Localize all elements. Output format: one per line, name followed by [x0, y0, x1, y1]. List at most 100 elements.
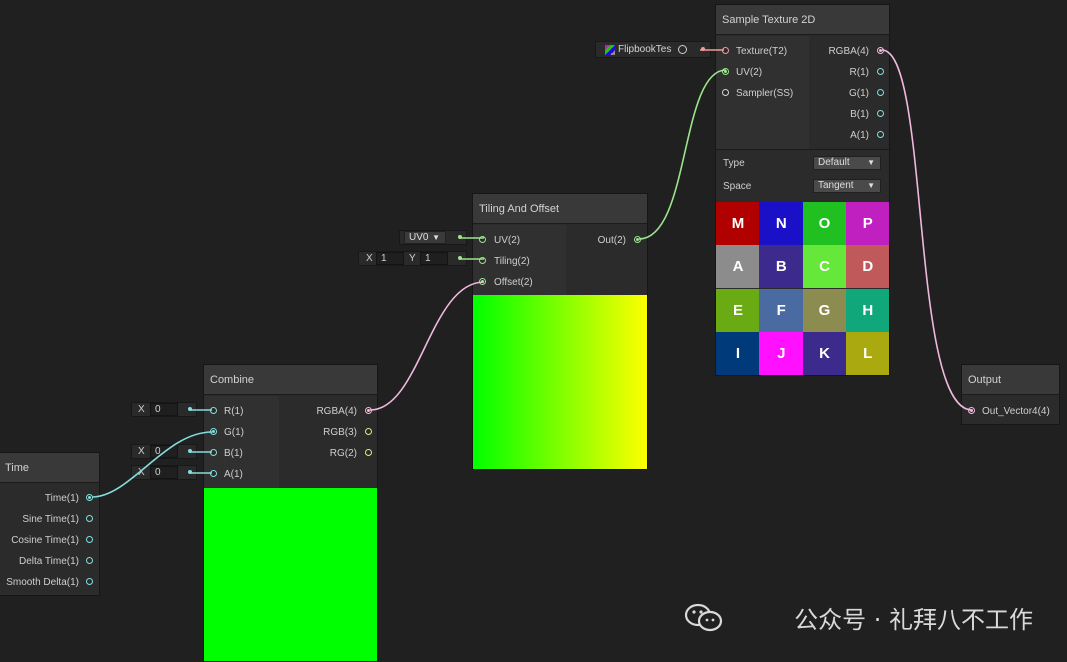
object-picker-icon[interactable]: [678, 45, 687, 54]
flipbook-tile-p: P: [845, 202, 889, 245]
port-label: RG(2): [329, 448, 357, 459]
combine-b-value[interactable]: 0: [150, 445, 178, 458]
tiling-x-value[interactable]: 1: [376, 252, 404, 265]
output-node[interactable]: Output Out_Vector4(4): [961, 364, 1060, 425]
sample-texture-input-port[interactable]: [722, 47, 729, 54]
node-title: Time: [0, 453, 99, 483]
chevron-down-icon: ▼: [432, 233, 440, 242]
field-connector-dot: [458, 235, 462, 239]
sample-b-output-port[interactable]: [877, 110, 884, 117]
node-title: Sample Texture 2D: [716, 5, 889, 35]
flipbook-tile-b: B: [759, 245, 804, 289]
watermark-text: 公众号 · 礼拜八不工作: [794, 606, 1033, 634]
combine-a-field[interactable]: X 0: [131, 465, 197, 480]
wire-tiling-out-to-sample-uv: [638, 69, 727, 240]
combine-a-input-port[interactable]: [210, 470, 217, 477]
combine-rgb-output-port[interactable]: [365, 428, 372, 435]
sample-rgba-output-port[interactable]: [877, 47, 884, 54]
flipbook-tile-d: D: [845, 245, 889, 289]
combine-rg-output-port[interactable]: [365, 449, 372, 456]
output-vector4-input-port[interactable]: [968, 407, 975, 414]
delta-time-output-port[interactable]: [86, 557, 93, 564]
port-label: Smooth Delta(1): [6, 577, 79, 588]
type-value: Default: [818, 157, 850, 168]
uv-channel-field[interactable]: UV0 ▼: [399, 230, 467, 245]
tiling-preview: [473, 295, 647, 469]
port-label: RGBA(4): [828, 46, 869, 57]
space-dropdown[interactable]: Tangent ▼: [813, 179, 881, 193]
tiling-out-output-port[interactable]: [634, 236, 641, 243]
port-label: A(1): [224, 469, 243, 480]
sample-g-output-port[interactable]: [877, 89, 884, 96]
flipbook-tile-c: C: [802, 245, 847, 289]
port-label: UV(2): [494, 235, 521, 246]
port-label: A(1): [850, 130, 869, 141]
sample-a-output-port[interactable]: [877, 131, 884, 138]
texture-asset-name: FlipbookTes: [618, 44, 672, 55]
smooth-delta-output-port[interactable]: [86, 578, 93, 585]
chevron-down-icon: ▼: [867, 181, 875, 190]
sample-r-output-port[interactable]: [877, 68, 884, 75]
port-label: G(1): [849, 88, 869, 99]
flipbook-tile-n: N: [759, 202, 804, 245]
flipbook-tile-l: L: [845, 331, 889, 375]
sample-texture-node[interactable]: Sample Texture 2D Texture(T2) UV(2) Samp…: [715, 4, 890, 376]
port-label: Sine Time(1): [22, 514, 79, 525]
flipbook-tile-a: A: [716, 245, 760, 289]
combine-b-field[interactable]: X 0: [131, 444, 197, 459]
port-label: Out_Vector4(4): [982, 406, 1050, 417]
sample-sampler-input-port[interactable]: [722, 89, 729, 96]
combine-g-input-port[interactable]: [210, 428, 217, 435]
chevron-down-icon: ▼: [867, 158, 875, 167]
uv-channel-dropdown[interactable]: UV0 ▼: [404, 231, 446, 244]
flipbook-tile-o: O: [802, 202, 847, 245]
sample-texture-preview: MNOP ABCD EFGH IJKL: [716, 202, 889, 375]
uv-channel-value: UV0: [409, 232, 429, 243]
combine-a-value[interactable]: 0: [150, 466, 178, 479]
wechat-icon: [684, 603, 723, 632]
tiling-uv-input-port[interactable]: [479, 236, 486, 243]
port-label: R(1): [849, 67, 869, 78]
flipbook-tile-k: K: [802, 331, 847, 375]
node-title: Output: [962, 365, 1059, 395]
port-label: Texture(T2): [736, 46, 788, 57]
space-label: Space: [723, 181, 752, 192]
port-label: UV(2): [736, 67, 763, 78]
field-connector-dot: [188, 407, 192, 411]
port-label: RGBA(4): [316, 406, 357, 417]
cosine-time-output-port[interactable]: [86, 536, 93, 543]
combine-b-input-port[interactable]: [210, 449, 217, 456]
flipbook-tile-i: I: [716, 331, 760, 375]
port-label: Tiling(2): [494, 256, 530, 267]
combine-node[interactable]: Combine R(1) G(1) B(1) A(1) RGBA(4) RGB(…: [203, 364, 378, 662]
combine-r-input-port[interactable]: [210, 407, 217, 414]
flipbook-tile-e: E: [716, 288, 760, 332]
field-connector-dot: [701, 47, 705, 51]
tiling-tiling-input-port[interactable]: [479, 257, 486, 264]
texture-asset-field[interactable]: FlipbookTes: [595, 41, 711, 58]
settings-divider: [716, 149, 889, 150]
type-label: Type: [723, 158, 745, 169]
combine-r-field[interactable]: X 0: [131, 402, 197, 417]
flipbook-tile-j: J: [759, 331, 804, 375]
tiling-offset-input-port[interactable]: [479, 278, 486, 285]
port-label: Delta Time(1): [18, 556, 79, 567]
node-title: Tiling And Offset: [473, 194, 647, 224]
sine-time-output-port[interactable]: [86, 515, 93, 522]
flipbook-tile-f: F: [759, 288, 804, 332]
sample-uv-input-port[interactable]: [722, 68, 729, 75]
combine-r-value[interactable]: 0: [150, 403, 178, 416]
time-output-port[interactable]: [86, 494, 93, 501]
tiling-field[interactable]: X 1 Y 1: [358, 251, 467, 266]
tiling-y-value[interactable]: 1: [420, 252, 448, 265]
node-title: Combine: [204, 365, 377, 395]
combine-rgba-output-port[interactable]: [365, 407, 372, 414]
field-axis-label: X: [138, 467, 145, 478]
type-dropdown[interactable]: Default ▼: [813, 156, 881, 170]
port-label: RGB(3): [323, 427, 357, 438]
time-node[interactable]: Time Time(1) Sine Time(1) Cosine Time(1)…: [0, 452, 100, 596]
texture-thumbnail-icon: [605, 45, 615, 55]
wire-sample-rgba-to-output: [881, 49, 973, 411]
wire-combine-rgba-to-offset: [369, 281, 485, 411]
tiling-offset-node[interactable]: Tiling And Offset UV(2) Tiling(2) Offset…: [472, 193, 648, 470]
